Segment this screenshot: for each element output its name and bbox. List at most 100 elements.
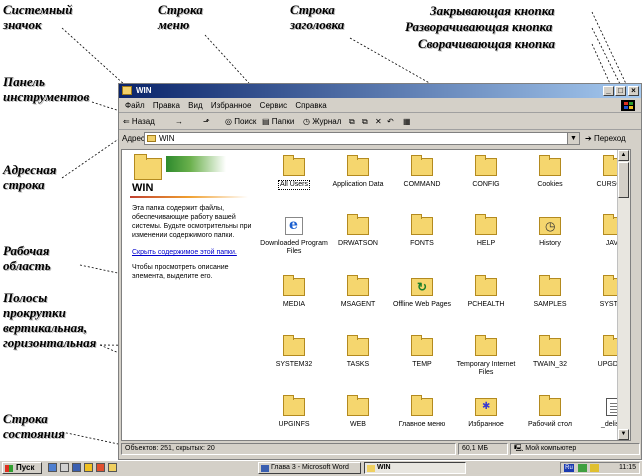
minimize-button[interactable]: _ [603, 86, 614, 96]
quick-launch-explorer-icon[interactable] [108, 463, 117, 472]
folder-icon [147, 135, 156, 142]
delete-icon[interactable]: ✕ [375, 116, 382, 127]
scroll-up-icon[interactable]: ▲ [618, 150, 629, 161]
web-view-pane: WIN Эта папка содержит файлы, обеспечива… [122, 150, 260, 440]
folder-icon [283, 395, 305, 416]
close-button[interactable]: × [628, 86, 639, 96]
file-item[interactable]: Offline Web Pages [387, 278, 457, 309]
quick-launch-desktop-icon[interactable] [60, 463, 69, 472]
file-item[interactable]: DRWATSON [323, 214, 393, 248]
window-title: WIN [136, 86, 152, 95]
file-item[interactable]: Downloaded Program Files [259, 217, 329, 256]
menu-help[interactable]: Справка [295, 99, 326, 112]
file-item[interactable]: COMMAND [387, 155, 457, 189]
file-item[interactable]: CONFIG [451, 155, 521, 189]
address-bar: Адрес WIN ▼ ➔ Переход [119, 131, 641, 147]
start-button[interactable]: Пуск [2, 462, 42, 474]
file-item[interactable]: TASKS [323, 335, 393, 369]
menu-edit[interactable]: Правка [153, 99, 180, 112]
forward-button[interactable]: → [175, 116, 183, 127]
tray-icon[interactable] [578, 464, 587, 472]
star-icon [475, 398, 497, 416]
task-win-label: WIN [377, 464, 391, 471]
file-item[interactable]: Рабочий стол [515, 395, 585, 429]
file-item[interactable]: UPGINFS [259, 395, 329, 429]
folder-icon [475, 155, 497, 176]
folder-icon [283, 335, 305, 356]
pane-description: Эта папка содержит файлы, обеспечивающие… [132, 205, 252, 239]
file-item[interactable]: MSAGENT [323, 275, 393, 309]
menu-favorites[interactable]: Избранное [211, 99, 252, 112]
move-to-icon[interactable]: ⧉ [349, 116, 355, 127]
quick-launch-folder-icon[interactable] [84, 463, 93, 472]
go-button[interactable]: ➔ Переход [585, 134, 626, 143]
undo-icon[interactable]: ↶ [387, 116, 394, 127]
quick-launch-word-icon[interactable] [72, 463, 81, 472]
address-field[interactable]: WIN ▼ [144, 132, 580, 145]
file-item[interactable]: TEMP [387, 335, 457, 369]
copy-to-icon[interactable]: ⧉ [362, 116, 368, 127]
search-button[interactable]: ◎ Поиск [225, 116, 256, 127]
file-item-label: MEDIA [282, 301, 306, 308]
menu-file[interactable]: Файл [125, 99, 145, 112]
annotation-scrollbars: Полосы прокрутки вертикальная, горизонталь… [3, 290, 97, 350]
file-item[interactable]: FONTS [387, 214, 457, 248]
folder-icon [411, 335, 433, 356]
scroll-down-icon[interactable]: ▼ [618, 429, 629, 440]
chevron-down-icon[interactable]: ▼ [567, 133, 579, 144]
file-item-label: CONFIG [472, 181, 500, 188]
file-item-label: Главное меню [398, 421, 446, 428]
status-size: 60,1 МБ [458, 443, 508, 455]
file-item-label: Temporary Internet Files [456, 361, 516, 376]
folder-icon [283, 155, 305, 176]
quick-launch-ie-icon[interactable] [48, 463, 57, 472]
file-item[interactable]: HELP [451, 214, 521, 248]
file-item[interactable]: SAMPLES [515, 275, 585, 309]
annotation-minimize-button: Сворачивающая кнопка [418, 36, 555, 51]
up-folder-button[interactable]: ⬏ [203, 116, 210, 127]
task-word[interactable]: Глава 3 - Microsoft Word [258, 462, 361, 474]
views-button[interactable]: ▦ [403, 116, 411, 127]
file-item[interactable]: SYSTEM32 [259, 335, 329, 369]
back-button[interactable]: ⇐ Назад [123, 116, 155, 127]
file-item-label: MSAGENT [340, 301, 376, 308]
file-item[interactable]: TWAIN_32 [515, 335, 585, 369]
file-item-label: TASKS [346, 361, 370, 368]
file-item[interactable]: PCHEALTH [451, 275, 521, 309]
scroll-thumb[interactable] [618, 162, 629, 198]
folder-icon [539, 335, 561, 356]
file-item-label: DRWATSON [338, 240, 378, 247]
file-item[interactable]: Избранное [451, 398, 521, 429]
file-item[interactable]: History [515, 217, 585, 248]
hide-contents-link[interactable]: Скрыть содержимое этой папки. [132, 249, 237, 256]
annotation-address-bar: Адресная строка [3, 162, 57, 192]
file-item[interactable]: MEDIA [259, 275, 329, 309]
language-indicator[interactable]: Ru [564, 464, 574, 472]
folder-icon [539, 275, 561, 296]
vertical-scrollbar[interactable]: ▲ ▼ [617, 150, 630, 440]
system-menu-icon[interactable] [122, 86, 132, 95]
file-item[interactable]: Cookies [515, 155, 585, 189]
history-button[interactable]: ◷ Журнал [303, 116, 341, 127]
menu-view[interactable]: Вид [188, 99, 202, 112]
file-item[interactable]: Temporary Internet Files [451, 335, 521, 377]
work-area: WIN Эта папка содержит файлы, обеспечива… [121, 149, 631, 441]
title-bar[interactable]: WIN _ □ × [119, 84, 641, 98]
folders-button[interactable]: ▤ Папки [262, 116, 294, 127]
file-item-label: COMMAND [403, 181, 441, 188]
file-item[interactable]: WEB [323, 395, 393, 429]
volume-icon[interactable] [590, 464, 599, 472]
status-bar: Объектов: 251, скрытых: 20 60,1 МБ 🖳 Мой… [121, 443, 640, 456]
file-item[interactable]: Application Data [323, 155, 393, 189]
file-item[interactable]: All Users [259, 155, 329, 190]
file-item-label: Cookies [537, 181, 563, 188]
file-item[interactable]: Главное меню [387, 395, 457, 429]
file-item-label: FONTS [410, 240, 434, 247]
maximize-button[interactable]: □ [615, 86, 626, 96]
menu-bar: Файл Правка Вид Избранное Сервис Справка [119, 99, 641, 113]
quick-launch-media-icon[interactable] [96, 463, 105, 472]
file-item-label: Рабочий стол [528, 421, 572, 428]
file-item-label: Избранное [468, 421, 504, 428]
task-win[interactable]: WIN [364, 462, 466, 474]
menu-tools[interactable]: Сервис [260, 99, 287, 112]
